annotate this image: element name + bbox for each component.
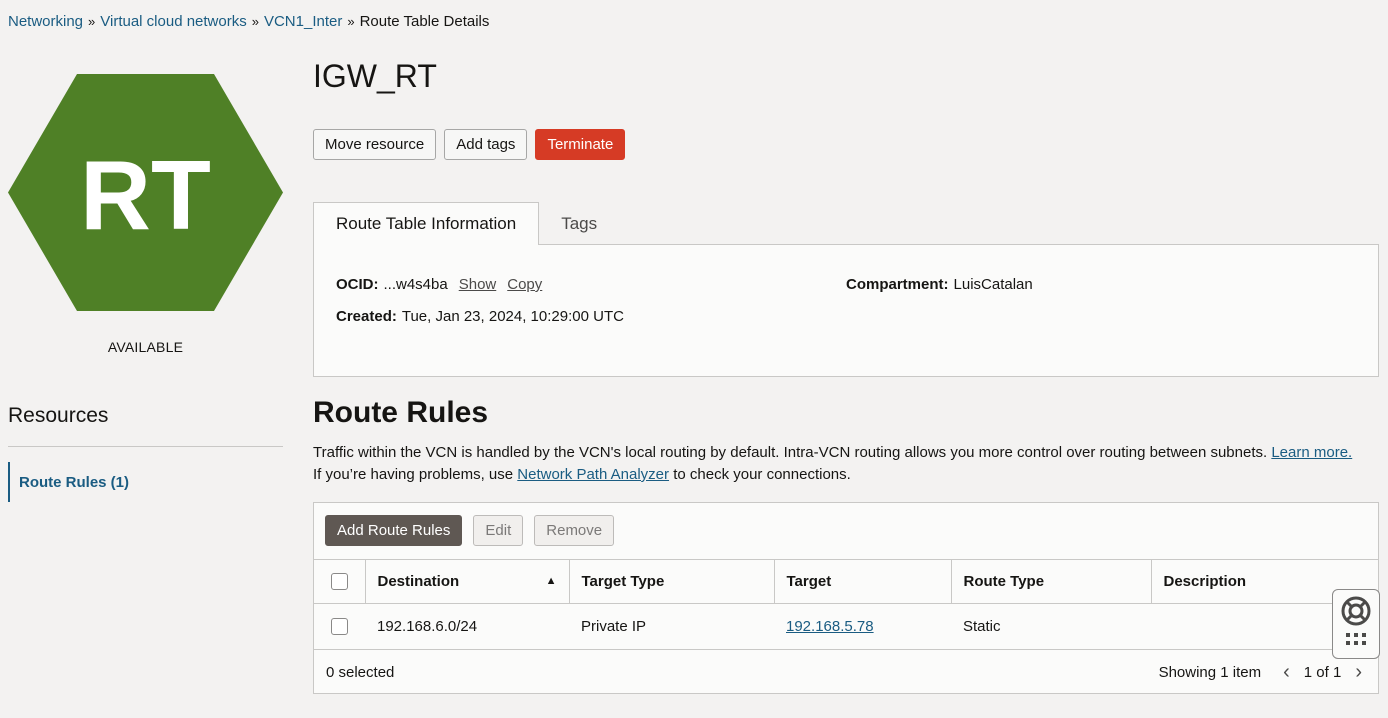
- select-all-checkbox[interactable]: [331, 573, 348, 591]
- route-rules-heading: Route Rules: [313, 396, 489, 429]
- terminate-button[interactable]: Terminate: [535, 129, 626, 160]
- ocid-value: ...w4s4ba: [383, 276, 448, 293]
- page-indicator: 1 of 1: [1303, 663, 1342, 681]
- status-badge: AVAILABLE: [107, 339, 184, 355]
- showing-count: Showing 1 item: [1158, 663, 1262, 681]
- ocid-row: OCID: ...w4s4ba Show Copy: [336, 276, 542, 293]
- compartment-value: LuisCatalan: [953, 276, 1033, 293]
- column-target-type: Target Type: [569, 559, 775, 604]
- route-rules-description: Traffic within the VCN is handled by the…: [313, 442, 1383, 486]
- table-header-row: Destination ▲ Target Type Target Route Ty…: [314, 559, 1378, 604]
- description-text: If you’re having problems, use: [313, 466, 514, 483]
- learn-more-link[interactable]: Learn more.: [1271, 444, 1352, 461]
- select-all-cell: [314, 559, 366, 604]
- pagination: Showing 1 item ‹ 1 of 1 ›: [1159, 661, 1366, 684]
- add-tags-button[interactable]: Add tags: [444, 129, 528, 160]
- breadcrumb-current: Route Table Details: [359, 13, 490, 30]
- ocid-copy-link[interactable]: Copy: [507, 276, 542, 293]
- previous-page-icon[interactable]: ‹: [1279, 661, 1294, 684]
- sidebar-item-route-rules[interactable]: Route Rules (1): [8, 462, 283, 502]
- route-rules-table-card: Add Route Rules Edit Remove Destination ▲…: [313, 502, 1379, 694]
- cell-target-type: Private IP: [569, 603, 774, 650]
- breadcrumb-separator: »: [251, 14, 259, 29]
- tab-route-table-information[interactable]: Route Table Information: [313, 202, 540, 245]
- action-bar: Move resource Add tags Terminate: [313, 129, 626, 160]
- resources-heading: Resources: [8, 404, 109, 427]
- selected-count: 0 selected: [326, 663, 395, 681]
- route-rules-table: Destination ▲ Target Type Target Route Ty…: [314, 559, 1378, 650]
- description-text: to check your connections.: [673, 466, 851, 483]
- description-text: Traffic within the VCN is handled by the…: [313, 444, 1268, 461]
- breadcrumb-vcn1-inter[interactable]: VCN1_Inter: [264, 13, 342, 30]
- created-value: Tue, Jan 23, 2024, 10:29:00 UTC: [401, 308, 624, 325]
- page-title: IGW_RT: [313, 58, 437, 94]
- sort-ascending-icon: ▲: [545, 575, 557, 587]
- compartment-label: Compartment:: [846, 276, 949, 293]
- apps-grid-icon[interactable]: [1346, 633, 1366, 645]
- ocid-show-link[interactable]: Show: [459, 276, 497, 293]
- help-widget[interactable]: [1332, 589, 1380, 659]
- tab-bar: Route Table Information Tags: [313, 202, 619, 245]
- route-table-hexagon-icon: RT: [8, 74, 283, 311]
- remove-button[interactable]: Remove: [534, 515, 615, 546]
- column-target: Target: [774, 559, 952, 604]
- next-page-icon[interactable]: ›: [1351, 661, 1366, 684]
- cell-destination: 192.168.6.0/24: [365, 603, 569, 650]
- breadcrumb-separator: »: [347, 14, 355, 29]
- tab-tags[interactable]: Tags: [539, 202, 619, 245]
- breadcrumb-separator: »: [88, 14, 96, 29]
- column-route-type: Route Type: [951, 559, 1152, 604]
- breadcrumb: Networking » Virtual cloud networks » VC…: [8, 13, 489, 30]
- table-toolbar: Add Route Rules Edit Remove: [325, 515, 615, 546]
- target-link[interactable]: 192.168.5.78: [786, 618, 874, 635]
- resources-divider: [8, 446, 283, 447]
- column-destination-label: Destination: [377, 573, 460, 590]
- cell-target: 192.168.5.78: [774, 603, 951, 650]
- created-label: Created:: [336, 308, 397, 325]
- column-destination[interactable]: Destination ▲: [365, 559, 570, 604]
- edit-button[interactable]: Edit: [473, 515, 524, 546]
- hexagon-label: RT: [80, 140, 211, 250]
- breadcrumb-networking[interactable]: Networking: [8, 13, 83, 30]
- cell-route-type: Static: [951, 603, 1151, 650]
- row-checkbox[interactable]: [331, 618, 348, 636]
- ocid-label: OCID:: [336, 276, 379, 293]
- created-row: Created: Tue, Jan 23, 2024, 10:29:00 UTC: [336, 308, 624, 325]
- lifebuoy-icon[interactable]: [1340, 595, 1372, 627]
- move-resource-button[interactable]: Move resource: [313, 129, 437, 160]
- table-row: 192.168.6.0/24 Private IP 192.168.5.78 S…: [314, 603, 1378, 650]
- table-footer: 0 selected Showing 1 item ‹ 1 of 1 ›: [314, 651, 1378, 693]
- breadcrumb-vcns[interactable]: Virtual cloud networks: [100, 13, 246, 30]
- row-select-cell: [314, 603, 365, 650]
- add-route-rules-button[interactable]: Add Route Rules: [325, 515, 463, 546]
- route-table-info-panel: OCID: ...w4s4ba Show Copy Created: Tue, …: [313, 244, 1379, 377]
- network-path-analyzer-link[interactable]: Network Path Analyzer: [517, 466, 669, 483]
- compartment-row: Compartment: LuisCatalan: [846, 276, 1033, 293]
